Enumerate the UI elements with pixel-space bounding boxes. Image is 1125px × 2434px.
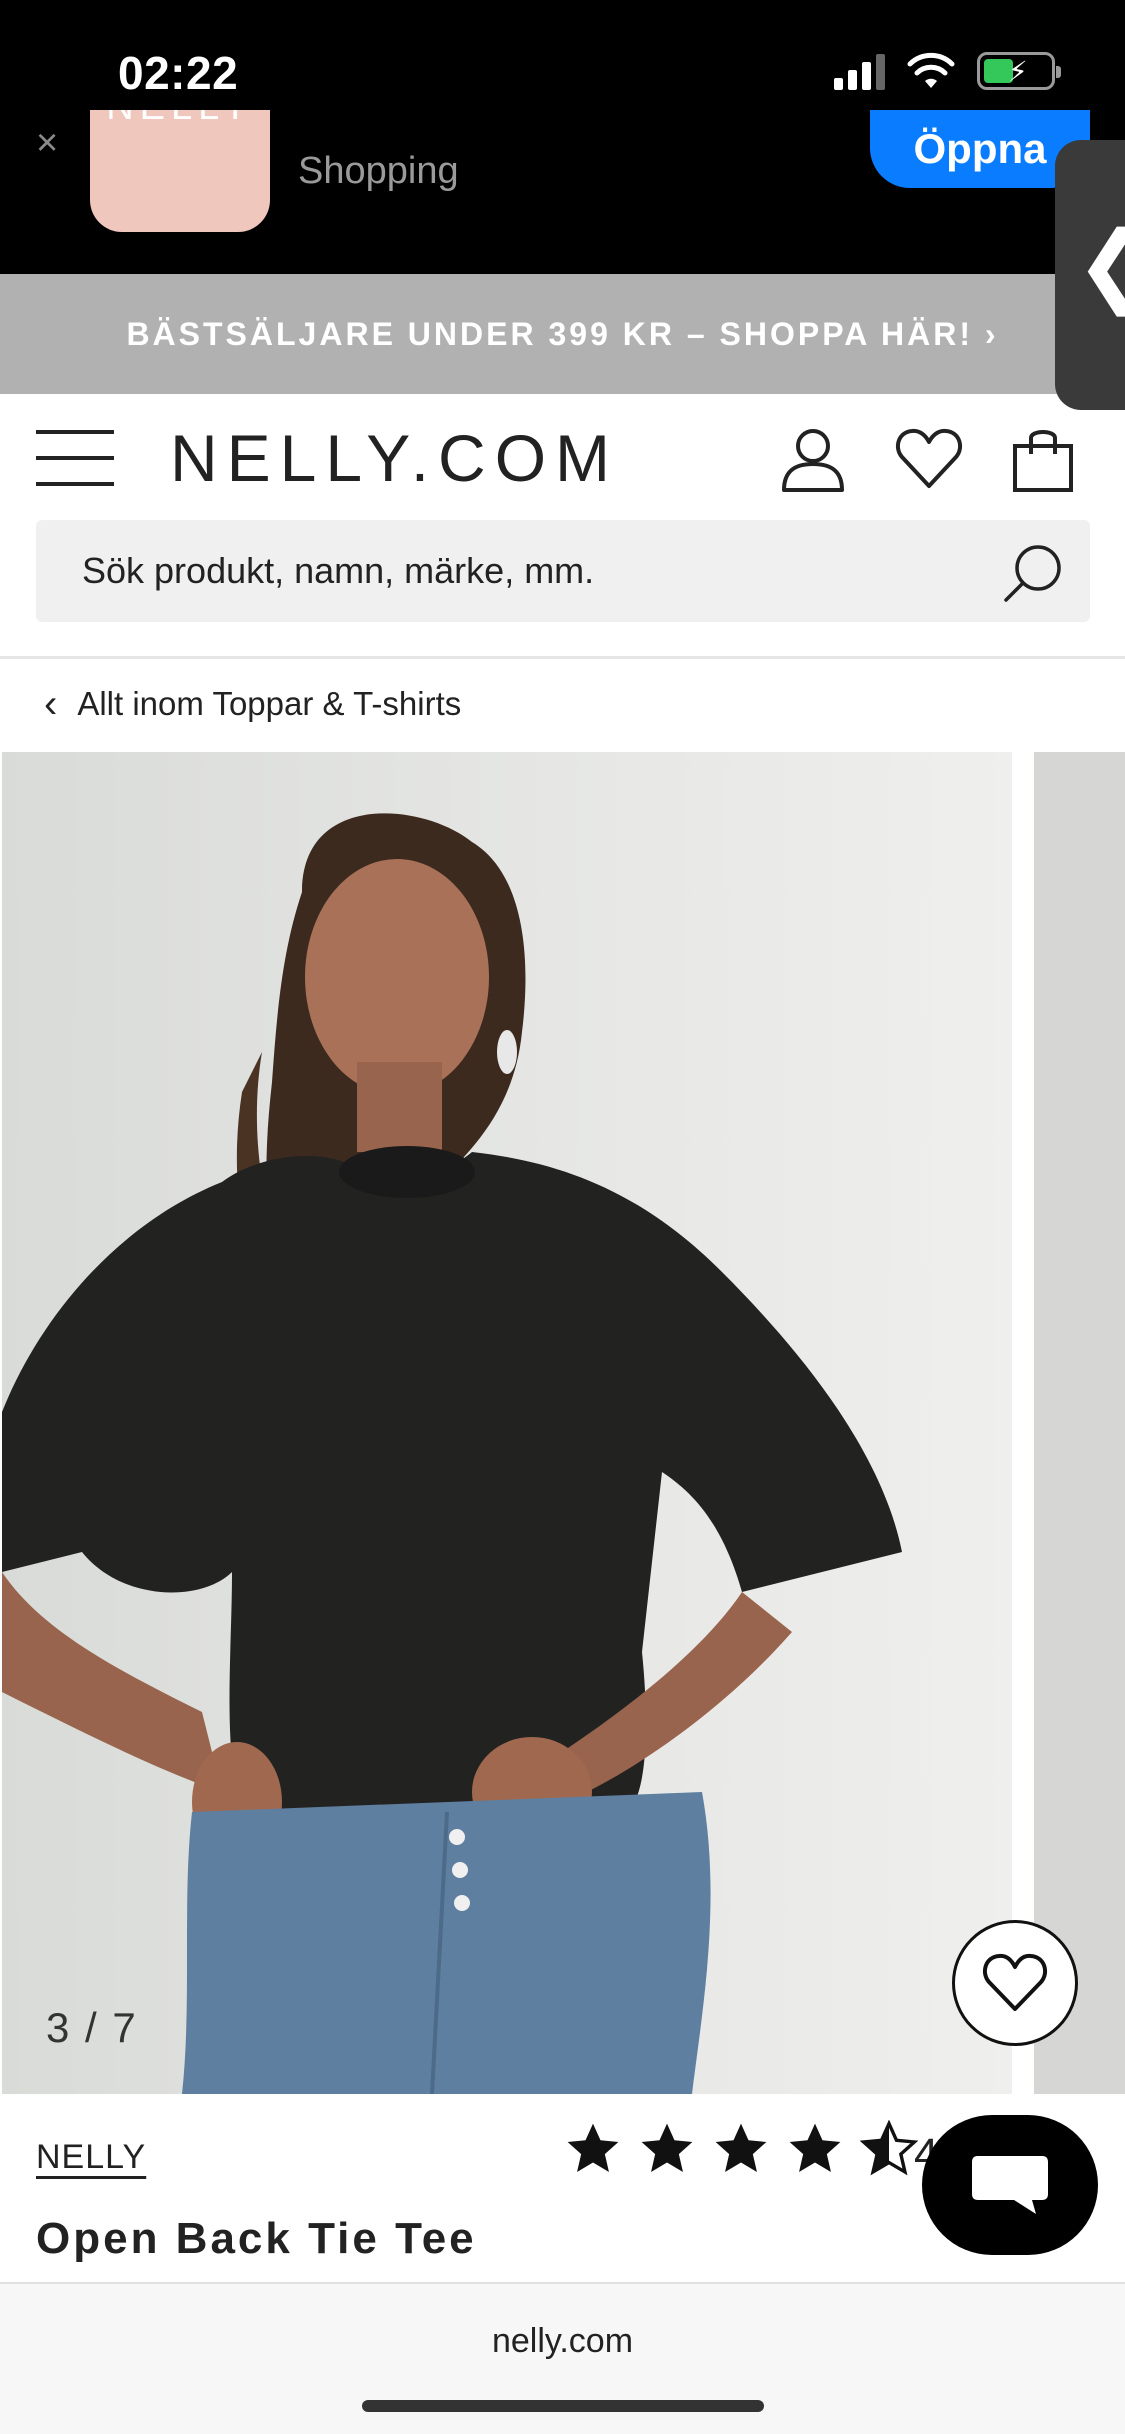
model-photo (2, 752, 1012, 2094)
breadcrumb[interactable]: ‹ Allt inom Toppar & T-shirts (44, 684, 461, 724)
product-gallery[interactable]: 3 / 7 (0, 752, 1125, 2094)
search-bar (36, 520, 1090, 622)
product-image[interactable] (2, 752, 1012, 2094)
breadcrumb-label: Allt inom Toppar & T-shirts (77, 685, 462, 722)
star-full-icon (567, 2123, 619, 2172)
search-input[interactable] (82, 520, 982, 622)
add-to-wishlist-button[interactable] (952, 1920, 1078, 2046)
brand-link[interactable]: NELLY (36, 2138, 146, 2177)
site-header: NELLY.COM (0, 394, 1125, 518)
home-indicator[interactable] (362, 2400, 764, 2412)
search-icon[interactable] (1002, 542, 1064, 604)
url-display[interactable]: nelly.com (0, 2322, 1125, 2361)
app-icon-text: NELLY (90, 110, 270, 129)
image-counter: 3 / 7 (46, 2004, 138, 2051)
app-icon: NELLY (90, 110, 270, 232)
heart-icon[interactable] (894, 424, 964, 494)
chevron-left-icon: ‹ (44, 682, 58, 726)
chevron-left-icon: ❮ (1075, 220, 1125, 310)
side-panel-handle[interactable]: ❮ (1055, 140, 1125, 410)
status-icons: ⚡ (834, 52, 1061, 90)
shopping-bag-icon[interactable] (1008, 424, 1078, 494)
heart-icon (982, 1953, 1048, 2011)
battery-icon: ⚡ (977, 52, 1061, 90)
star-full-icon (789, 2123, 841, 2172)
star-full-icon (715, 2123, 767, 2172)
star-half-icon (860, 2120, 918, 2176)
site-logo[interactable]: NELLY.COM (170, 420, 619, 496)
promo-banner[interactable]: BÄSTSÄLJARE UNDER 399 KR – SHOPPA HÄR! › (0, 274, 1125, 394)
browser-bottom-bar: nelly.com (0, 2282, 1125, 2434)
cellular-signal-icon (834, 52, 885, 90)
star-full-icon (641, 2123, 693, 2172)
header-divider (0, 656, 1125, 659)
chat-bubble-icon (972, 2156, 1048, 2214)
hamburger-menu-icon[interactable] (36, 430, 114, 486)
product-title: Open Back Tie Tee (36, 2214, 477, 2263)
rating-stars[interactable] (564, 2120, 918, 2178)
user-icon[interactable] (778, 424, 848, 494)
close-banner-button[interactable]: × (36, 122, 58, 165)
wifi-icon (907, 52, 955, 88)
chat-button[interactable] (922, 2115, 1098, 2255)
status-time: 02:22 (118, 47, 239, 99)
next-product-image-peek[interactable] (1034, 752, 1125, 2094)
app-banner: 02:22 ⚡ × NELLY Shopping Öppna (0, 0, 1125, 274)
app-subtitle: Shopping (298, 150, 459, 192)
